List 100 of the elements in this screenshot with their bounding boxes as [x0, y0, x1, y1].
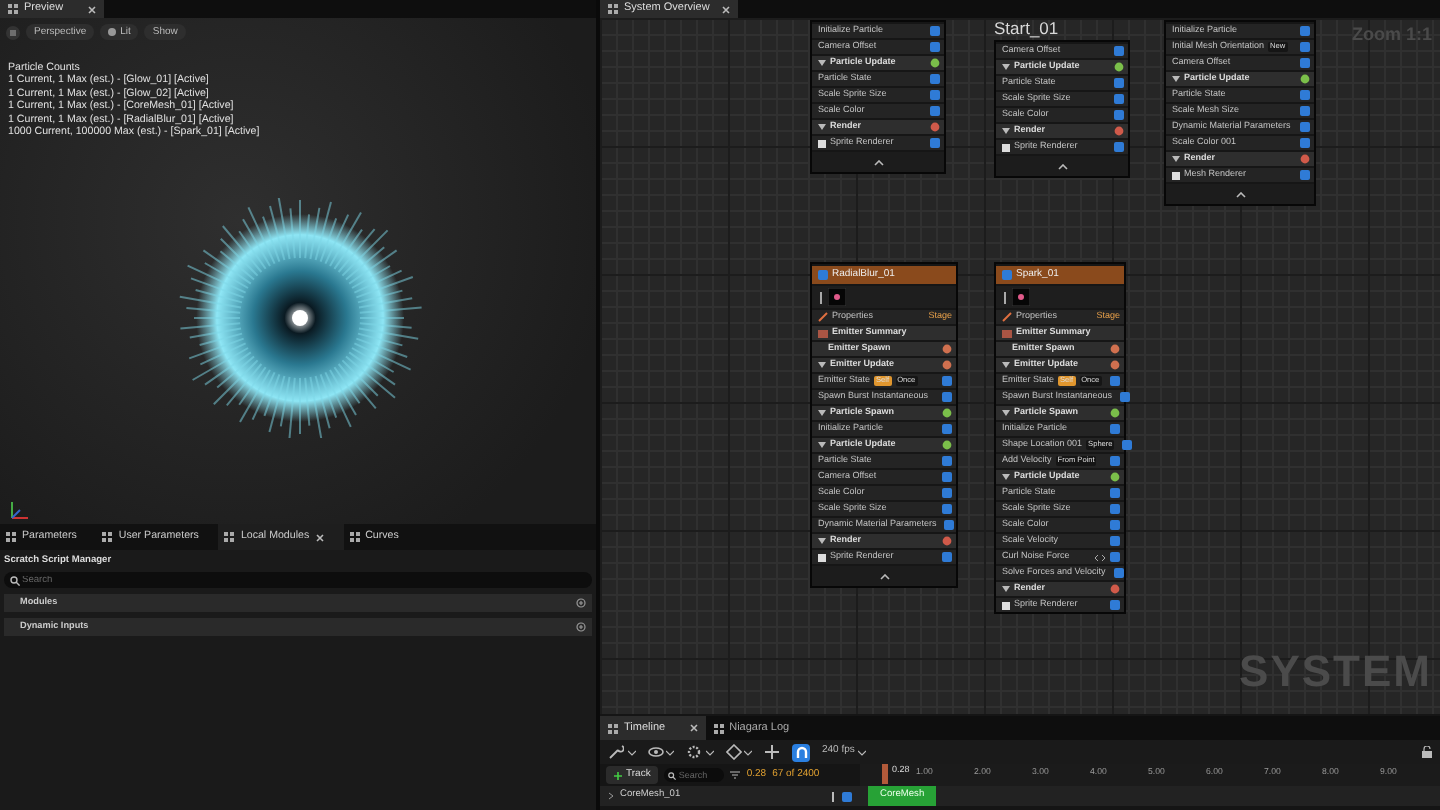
close-icon[interactable] [689, 724, 698, 732]
checkbox[interactable] [1110, 600, 1120, 610]
checkbox[interactable] [842, 791, 852, 801]
pin-icon[interactable] [830, 791, 836, 801]
checkbox[interactable] [1110, 504, 1120, 514]
checkbox[interactable] [1300, 106, 1310, 116]
checkbox[interactable] [930, 90, 940, 100]
collapse-chevron-icon[interactable] [874, 159, 884, 165]
menu-icon[interactable] [6, 25, 20, 39]
checkbox[interactable] [1122, 440, 1133, 450]
expand-arrow-icon[interactable] [1002, 586, 1010, 592]
checkbox[interactable] [1110, 376, 1120, 386]
emitter-node[interactable] [994, 262, 1126, 614]
checkbox[interactable] [942, 376, 952, 386]
filter-icon[interactable] [730, 770, 741, 780]
checkbox[interactable] [942, 472, 952, 482]
collapse-chevron-icon[interactable] [1236, 191, 1246, 197]
checkbox[interactable] [1110, 456, 1120, 466]
checkbox[interactable] [1110, 520, 1120, 530]
checkbox[interactable] [1110, 552, 1120, 562]
close-icon[interactable] [87, 5, 96, 13]
expand-arrow-icon[interactable] [1002, 474, 1010, 480]
checkbox[interactable] [1114, 142, 1124, 152]
add-icon[interactable] [576, 622, 586, 633]
collapse-chevron-icon[interactable] [1058, 163, 1068, 169]
snap-toggle[interactable] [792, 743, 810, 761]
thumbnail-icon [1012, 288, 1030, 306]
caret-icon[interactable] [857, 749, 866, 755]
pin-icon [1002, 291, 1008, 303]
checkbox[interactable] [1120, 392, 1131, 402]
pin-icon [818, 291, 824, 303]
plus-icon [614, 771, 622, 779]
summary-icon [818, 329, 828, 337]
close-icon[interactable] [315, 533, 324, 541]
grid-icon [608, 723, 618, 733]
caret-icon[interactable] [705, 749, 713, 755]
checkbox[interactable] [1300, 122, 1310, 132]
expand-arrow-icon[interactable] [1172, 156, 1180, 162]
checkbox[interactable] [930, 106, 940, 116]
checkbox[interactable] [942, 456, 952, 466]
renderer-icon [1172, 171, 1180, 179]
checkbox[interactable] [1113, 568, 1124, 578]
add-icon[interactable] [576, 598, 586, 609]
checkbox[interactable] [1114, 46, 1124, 56]
summary-icon [1002, 329, 1012, 337]
checkbox[interactable] [1300, 138, 1310, 148]
expand-arrow-icon[interactable] [1002, 128, 1010, 134]
checkbox[interactable] [1300, 26, 1310, 36]
caret-icon[interactable] [744, 749, 752, 755]
collapse-chevron-icon[interactable] [880, 573, 890, 579]
expand-arrow-icon[interactable] [818, 410, 826, 416]
checkbox[interactable] [1002, 270, 1012, 280]
checkbox[interactable] [1114, 110, 1124, 120]
checkbox[interactable] [1300, 170, 1310, 180]
renderer-icon [1002, 601, 1010, 609]
caret-icon[interactable] [608, 792, 614, 800]
checkbox[interactable] [942, 424, 952, 434]
expand-arrow-icon[interactable] [1002, 362, 1010, 368]
expand-arrow-icon[interactable] [818, 124, 826, 130]
emitter-node[interactable] [810, 262, 958, 588]
caret-icon[interactable] [627, 749, 635, 755]
checkbox[interactable] [1110, 488, 1120, 498]
checkbox[interactable] [942, 504, 952, 514]
checkbox[interactable] [930, 138, 940, 148]
renderer-icon [1002, 143, 1010, 151]
renderer-icon [818, 553, 826, 561]
checkbox[interactable] [1300, 58, 1310, 68]
checkbox[interactable] [1114, 94, 1124, 104]
expand-arrow-icon[interactable] [818, 362, 826, 368]
expand-arrow-icon[interactable] [818, 60, 826, 66]
close-icon[interactable] [721, 5, 730, 13]
expand-arrow-icon[interactable] [818, 442, 826, 448]
checkbox[interactable] [930, 26, 940, 36]
checkbox[interactable] [1110, 536, 1120, 546]
grid-icon [608, 4, 618, 14]
diamond-icon[interactable] [725, 744, 741, 760]
expand-arrow-icon[interactable] [1002, 64, 1010, 70]
checkbox[interactable] [1300, 42, 1310, 52]
expand-arrow-icon[interactable] [818, 538, 826, 544]
checkbox[interactable] [944, 520, 955, 530]
expand-arrow-icon[interactable] [1172, 76, 1180, 82]
checkbox[interactable] [942, 488, 952, 498]
grid-icon [349, 532, 360, 542]
checkbox[interactable] [1114, 78, 1124, 88]
checkbox[interactable] [930, 42, 940, 52]
sphere-icon [108, 28, 117, 36]
expand-arrow-icon[interactable] [1002, 410, 1010, 416]
checkbox[interactable] [930, 74, 940, 84]
checkbox[interactable] [942, 392, 952, 402]
pencil-icon [818, 312, 828, 322]
checkbox[interactable] [942, 552, 952, 562]
lock-icon[interactable] [1422, 746, 1432, 758]
caret-icon[interactable] [666, 749, 674, 755]
grid-icon [8, 4, 18, 14]
checkbox[interactable] [1300, 90, 1310, 100]
thumbnail-icon [828, 288, 846, 306]
checkbox[interactable] [818, 270, 828, 280]
eye-icon[interactable] [647, 744, 663, 760]
wrench-icon[interactable] [608, 744, 624, 760]
checkbox[interactable] [1110, 424, 1120, 434]
